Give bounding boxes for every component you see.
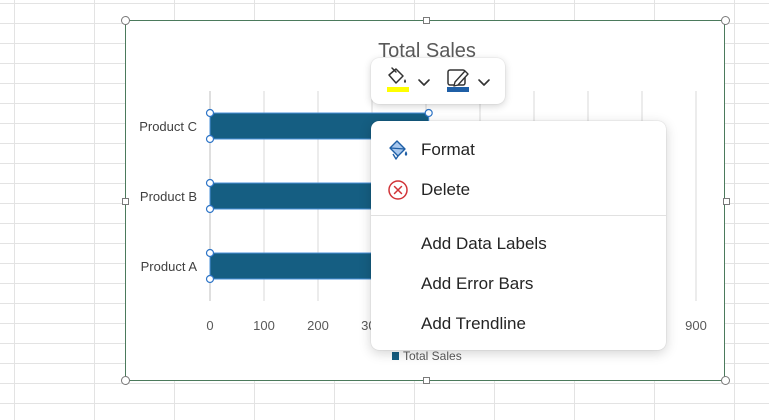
legend-swatch [392, 352, 399, 360]
bar-selection-handle[interactable] [205, 108, 215, 118]
y-category-label: Product B [140, 189, 197, 204]
menu-item-format[interactable]: Format [371, 131, 666, 169]
menu-item-add-error-bars[interactable]: Add Error Bars [371, 265, 666, 303]
delete-circle-x-icon [388, 180, 408, 200]
resize-handle-bottom-left[interactable] [121, 376, 130, 385]
format-paint-icon [389, 140, 408, 160]
menu-item-label: Add Trendline [421, 314, 526, 333]
bar-selection-handle[interactable] [205, 204, 215, 214]
x-tick-label: 900 [685, 318, 707, 333]
chart-format-toolbar [371, 58, 505, 104]
resize-handle-bottom-right[interactable] [721, 376, 730, 385]
resize-handle-top[interactable] [423, 17, 430, 24]
y-category-label: Product A [141, 259, 198, 274]
menu-item-label: Delete [421, 180, 471, 199]
x-tick-label: 100 [253, 318, 275, 333]
menu-item-label: Add Error Bars [421, 274, 534, 293]
bar-selection-handle[interactable] [424, 108, 433, 118]
context-menu: Format Delete Add Data Labels Add Error … [371, 121, 666, 350]
bar-selection-handle[interactable] [205, 248, 215, 258]
y-category-label: Product C [139, 119, 197, 134]
menu-item-label: Add Data Labels [421, 234, 547, 253]
chevron-down-icon [478, 79, 490, 86]
x-tick-label: 0 [206, 318, 213, 333]
bar-selection-handle[interactable] [205, 178, 215, 188]
menu-item-add-data-labels[interactable]: Add Data Labels [371, 225, 666, 263]
legend-label[interactable]: Total Sales [403, 349, 462, 363]
outline-color-button[interactable] [445, 66, 503, 96]
pen-outline-icon [447, 69, 469, 92]
bar-selection-handle[interactable] [205, 134, 215, 144]
x-tick-label: 200 [307, 318, 329, 333]
menu-divider [371, 215, 666, 216]
paint-bucket-icon [387, 67, 409, 92]
resize-handle-right[interactable] [723, 198, 730, 205]
bar-selection-handle[interactable] [205, 274, 215, 284]
resize-handle-top-left[interactable] [121, 16, 130, 25]
resize-handle-top-right[interactable] [721, 16, 730, 25]
menu-item-add-trendline[interactable]: Add Trendline [371, 305, 666, 343]
chevron-down-icon [418, 79, 430, 86]
resize-handle-left[interactable] [122, 198, 129, 205]
resize-handle-bottom[interactable] [423, 377, 430, 384]
fill-color-button[interactable] [385, 66, 443, 96]
menu-item-delete[interactable]: Delete [371, 171, 666, 209]
menu-item-label: Format [421, 140, 475, 159]
